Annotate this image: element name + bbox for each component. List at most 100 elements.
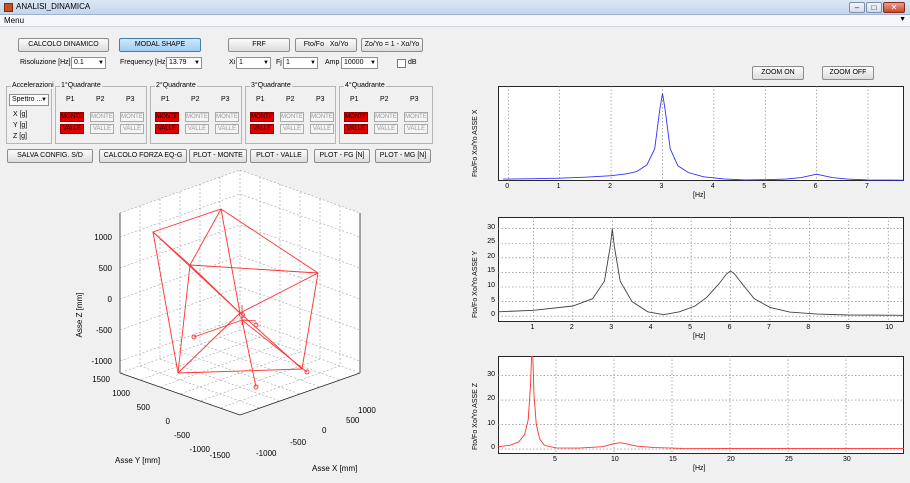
title-bar: ANALISI_DINAMICA – □ ✕: [0, 0, 910, 15]
frequency-select[interactable]: 13.79 ▼: [166, 57, 202, 69]
fj-select[interactable]: 1 ▼: [283, 57, 318, 69]
valle-toggle[interactable]: VALLE: [215, 124, 239, 134]
valle-toggle[interactable]: VALLE: [250, 124, 274, 134]
monte-toggle[interactable]: MONTE: [185, 112, 209, 122]
x-tick-label: 3: [659, 183, 664, 190]
close-icon[interactable]: ✕: [883, 2, 905, 13]
x-tick-labels: -1000 -500 0 500 1000: [256, 406, 376, 458]
column-label: P2: [380, 96, 389, 103]
fto-fo-xo-yo-button[interactable]: Fto/Fo Xo/Yo: [295, 38, 357, 52]
plot-valle-button[interactable]: PLOT - VALLE: [250, 149, 308, 163]
monte-toggle[interactable]: MONTE: [155, 112, 179, 122]
menu-arrow-icon[interactable]: ▼: [899, 16, 906, 23]
accelerazioni-title: Accelerazioni: [11, 82, 55, 89]
amp-label: Amp: [325, 59, 340, 66]
modal-shape-3d-plot[interactable]: 1000 500 0 -500 -1000 1500 1000 500 0 -5…: [60, 165, 400, 477]
y-tick-label: 500: [137, 403, 151, 412]
xi-label: Xi: [229, 59, 236, 66]
monte-toggle[interactable]: MONTE: [60, 112, 84, 122]
frequency-label: Frequency [Hz]: [120, 59, 168, 66]
valle-toggle[interactable]: VALLE: [60, 124, 84, 134]
x-tick-label: 6: [813, 183, 818, 190]
quadrant-title: 3°Quadrante: [250, 82, 292, 89]
calcolo-dinamico-button[interactable]: CALCOLO DINAMICO: [18, 38, 109, 52]
valle-toggle[interactable]: VALLE: [90, 124, 114, 134]
quadrant-title: 2°Quadrante: [155, 82, 197, 89]
y-tick-label: 10: [487, 282, 495, 289]
xi-select[interactable]: 1 ▼: [236, 57, 271, 69]
risoluzione-select[interactable]: 0.1 ▼: [71, 57, 106, 69]
valle-toggle[interactable]: VALLE: [120, 124, 144, 134]
x-tick-label: 1: [530, 324, 535, 331]
zoom-on-button[interactable]: ZOOM ON: [752, 66, 804, 80]
frf-chart-z[interactable]: [498, 356, 904, 454]
frf-series-line: [503, 93, 904, 181]
y-tick-label: 10: [487, 419, 495, 427]
valle-toggle[interactable]: VALLE: [280, 124, 304, 134]
zo-yo-button[interactable]: Zo/Yo = 1 - Xo/Yo: [361, 38, 423, 52]
y-tick-label: -500: [174, 431, 191, 440]
db-label: dB: [408, 59, 417, 66]
menu-item[interactable]: Menu: [4, 16, 24, 25]
salva-config-button[interactable]: SALVA CONFIG. S/D: [7, 149, 93, 163]
x-tick-label: 9: [845, 324, 850, 331]
monte-toggle[interactable]: MONTE: [374, 112, 398, 122]
db-checkbox[interactable]: [397, 59, 406, 68]
y-axis-label: Fto/Fo Xo/Yo ASSE X: [472, 109, 479, 177]
x-tick-label: 30: [843, 456, 851, 463]
x-tick-label: -500: [290, 438, 307, 447]
y-tick-label: 15: [487, 267, 495, 275]
x-axis-label: [Hz]: [693, 465, 706, 472]
z-tick-label: -500: [96, 326, 113, 335]
valle-toggle[interactable]: VALLE: [155, 124, 179, 134]
maximize-icon[interactable]: □: [866, 2, 882, 13]
fj-value: 1: [286, 59, 290, 66]
y-tick-label: 20: [487, 252, 495, 260]
modal-shape-button[interactable]: MODAL SHAPE: [119, 38, 201, 52]
monte-toggle[interactable]: MONTE: [404, 112, 428, 122]
valle-toggle[interactable]: VALLE: [310, 124, 334, 134]
risoluzione-label: Risoluzione [Hz]: [20, 59, 71, 66]
y-tick-label: 0: [491, 311, 495, 319]
chevron-down-icon: ▼: [98, 60, 104, 66]
quadrant-title: 4°Quadrante: [344, 82, 386, 89]
monte-toggle[interactable]: MONTE: [344, 112, 368, 122]
plot-monte-button[interactable]: PLOT - MONTE: [189, 149, 247, 163]
column-label: P1: [350, 96, 359, 103]
spettro-select[interactable]: Spettro ... ▼: [9, 94, 49, 106]
y-tick-label: -1500: [210, 451, 231, 460]
frf-chart-y[interactable]: [498, 217, 904, 322]
chevron-down-icon: ▼: [41, 97, 47, 103]
x-axis-label: [Hz]: [693, 192, 706, 199]
x-tick-label: 10: [885, 324, 894, 331]
z-tick-label: -1000: [92, 357, 113, 366]
column-label: P1: [66, 96, 75, 103]
plot-fg-button[interactable]: PLOT - FG [N]: [314, 149, 370, 163]
monte-toggle[interactable]: MONTE: [310, 112, 334, 122]
frf-chart-x[interactable]: [498, 86, 904, 181]
plot-mg-button[interactable]: PLOT - MG [N]: [375, 149, 431, 163]
zoom-off-button[interactable]: ZOOM OFF: [822, 66, 874, 80]
quadrant-title: 1°Quadrante: [60, 82, 102, 89]
y-tick-label: 20: [487, 395, 495, 403]
calcolo-forza-button[interactable]: CALCOLO FORZA EQ-G: [99, 149, 187, 163]
monte-toggle[interactable]: MONTE: [280, 112, 304, 122]
axes-frame: [498, 217, 904, 322]
chevron-down-icon: ▼: [194, 60, 200, 66]
valle-toggle[interactable]: VALLE: [344, 124, 368, 134]
monte-toggle[interactable]: MONTE: [250, 112, 274, 122]
monte-toggle[interactable]: MONTE: [215, 112, 239, 122]
frf-button[interactable]: FRF: [228, 38, 290, 52]
valle-toggle[interactable]: VALLE: [185, 124, 209, 134]
monte-toggle[interactable]: MONTE: [90, 112, 114, 122]
x-tick-label: 2: [569, 324, 574, 331]
x-tick-label: 5: [762, 183, 767, 190]
x-tick-label: 15: [669, 456, 677, 463]
window-title: ANALISI_DINAMICA: [16, 2, 91, 11]
valle-toggle[interactable]: VALLE: [374, 124, 398, 134]
x-tick-label: 7: [766, 324, 771, 331]
valle-toggle[interactable]: VALLE: [404, 124, 428, 134]
minimize-icon[interactable]: –: [849, 2, 865, 13]
monte-toggle[interactable]: MONTE: [120, 112, 144, 122]
amp-select[interactable]: 10000 ▼: [341, 57, 378, 69]
